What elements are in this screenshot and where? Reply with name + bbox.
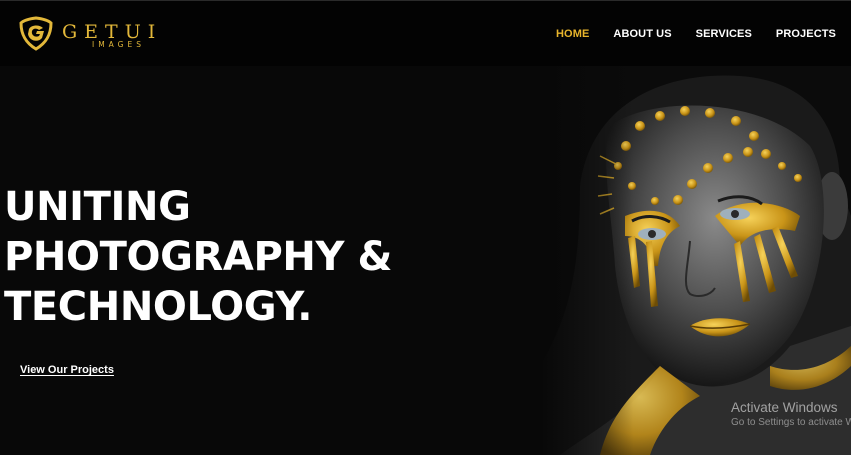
watermark-title: Activate Windows <box>731 400 838 415</box>
watermark-subtitle: Go to Settings to activate Windows. <box>731 417 851 428</box>
headline-line: UNITING <box>4 184 191 230</box>
brand-subtitle: IMAGES <box>92 40 145 49</box>
nav-item-home[interactable]: HOME <box>556 28 589 40</box>
page: GETUI IMAGES HOME ABOUT US SERVICES PROJ… <box>0 0 851 455</box>
hero-headline: UNITING PHOTOGRAPHY & TECHNOLOGY. <box>4 182 392 332</box>
headline-line: TECHNOLOGY. <box>4 284 313 330</box>
nav-item-services[interactable]: SERVICES <box>696 28 752 40</box>
hero-portrait-image <box>540 66 851 455</box>
shield-emblem-icon <box>19 16 53 51</box>
nav-item-about-us[interactable]: ABOUT US <box>613 28 671 40</box>
activate-windows-watermark: Activate Windows Go to Settings to activ… <box>731 400 851 428</box>
view-projects-link[interactable]: View Our Projects <box>20 364 114 376</box>
main-nav: HOME ABOUT US SERVICES PROJECTS <box>532 28 836 40</box>
brand-logo[interactable]: GETUI IMAGES <box>18 15 168 55</box>
nav-item-projects[interactable]: PROJECTS <box>776 28 836 40</box>
site-header: GETUI IMAGES HOME ABOUT US SERVICES PROJ… <box>0 0 851 66</box>
headline-line: PHOTOGRAPHY & <box>4 234 393 280</box>
